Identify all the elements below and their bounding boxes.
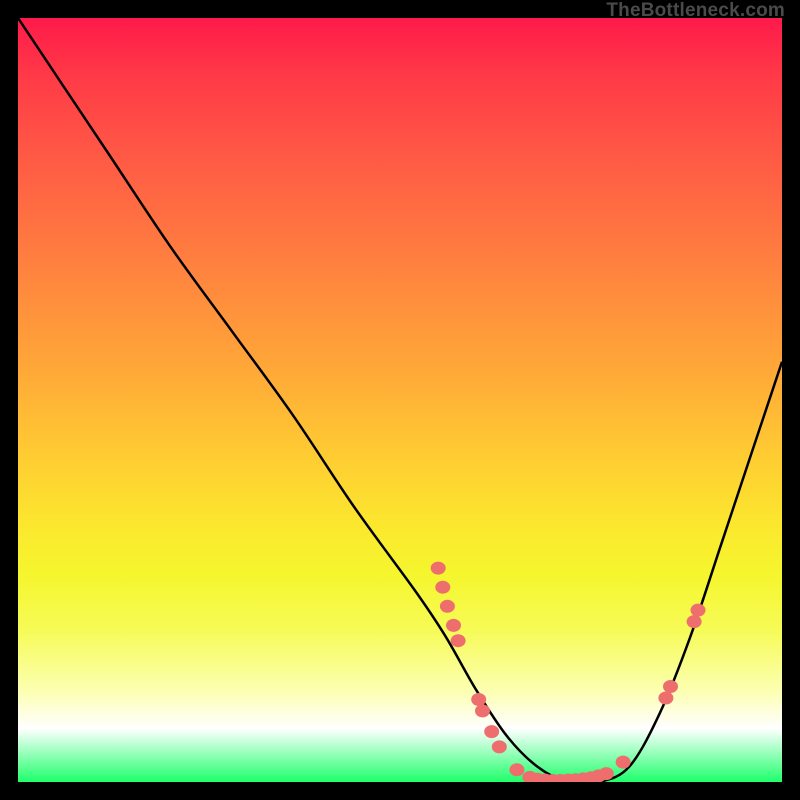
watermark-label: TheBottleneck.com xyxy=(606,0,785,22)
plot-area xyxy=(18,18,782,782)
chart-container: TheBottleneck.com xyxy=(0,0,800,800)
